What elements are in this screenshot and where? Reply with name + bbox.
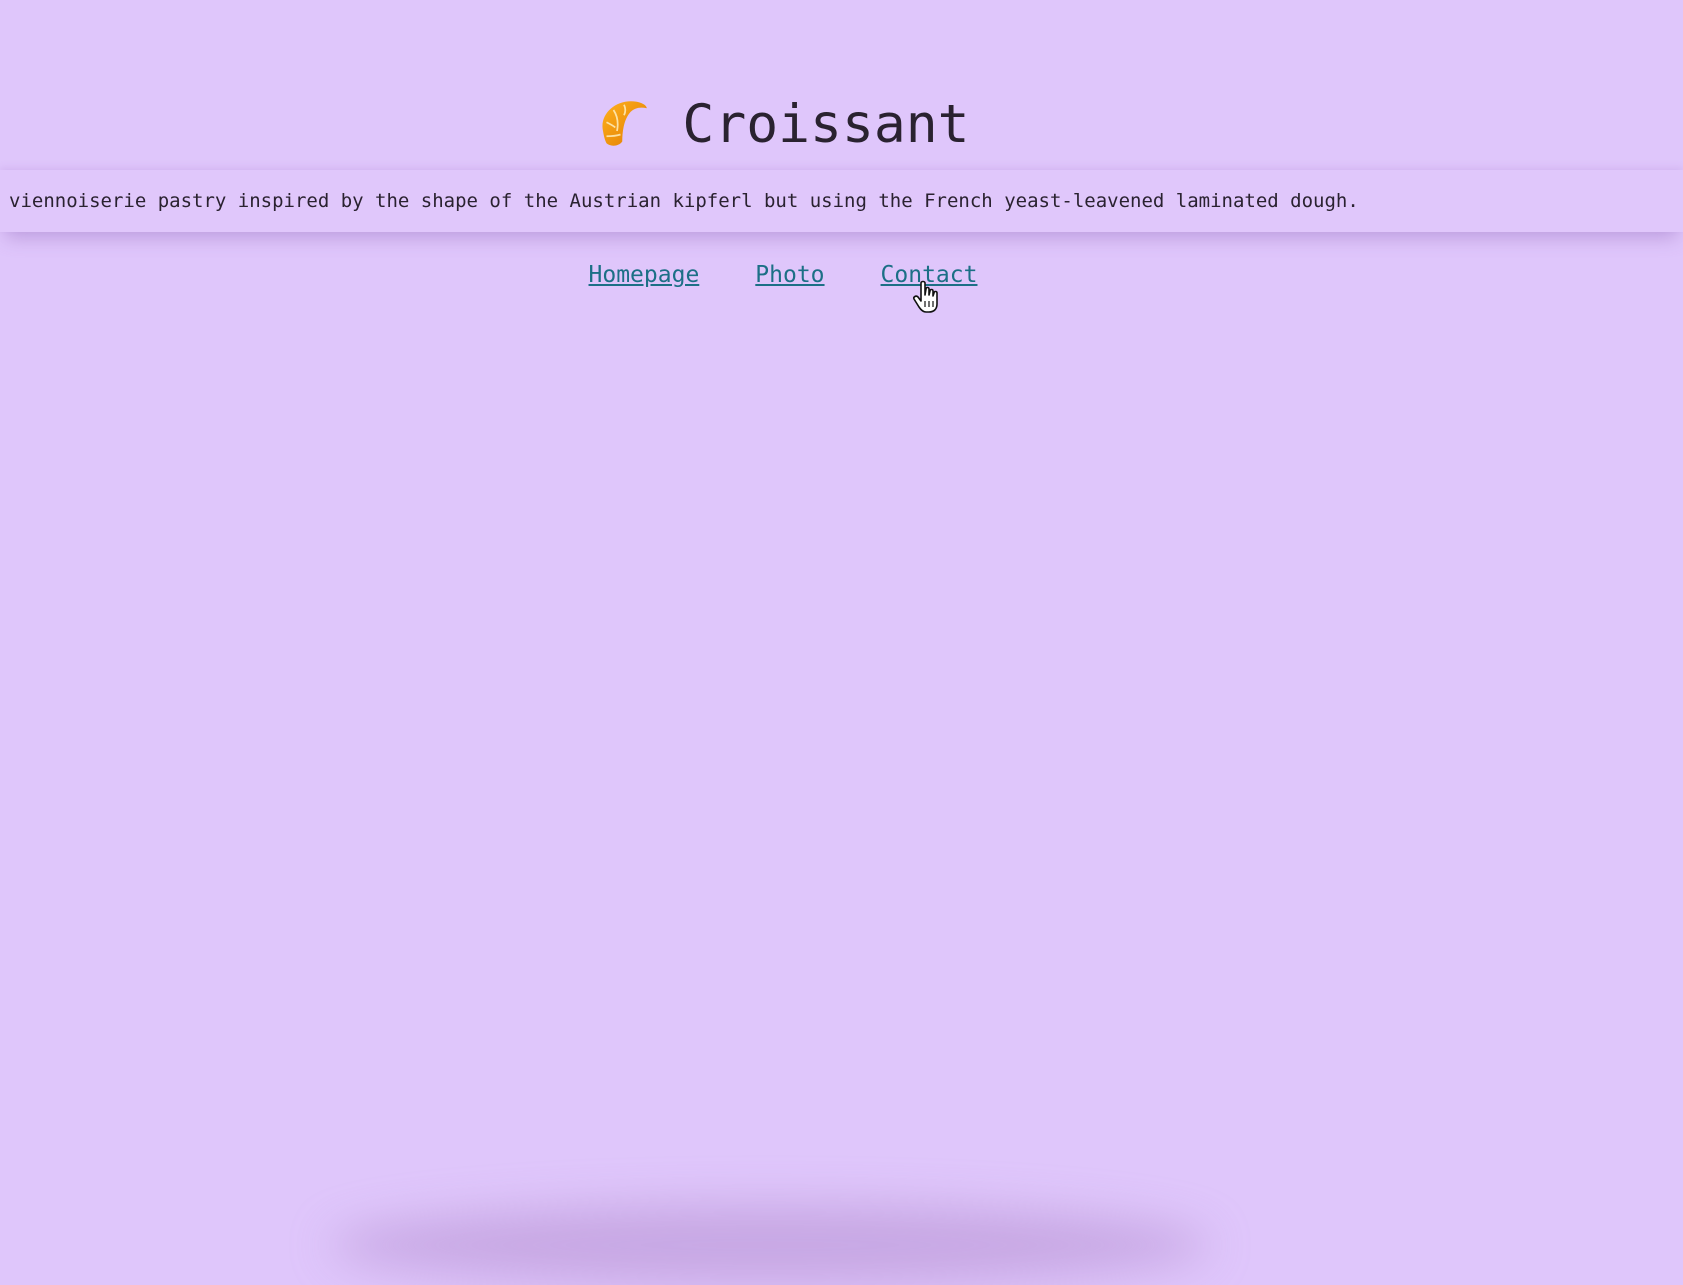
description-banner: viennoiserie pastry inspired by the shap… (0, 170, 1683, 232)
site-header: Croissant (0, 86, 1566, 162)
main-nav: Homepage Photo Contact (0, 262, 1566, 288)
nav-link-photo[interactable]: Photo (755, 262, 824, 288)
hand-pointer-icon (913, 280, 938, 313)
bottom-shadow (330, 1205, 1210, 1285)
page-title: Croissant (682, 93, 970, 155)
nav-link-homepage[interactable]: Homepage (589, 262, 700, 288)
croissant-icon (602, 101, 648, 146)
description-text: viennoiserie pastry inspired by the shap… (9, 190, 1359, 212)
